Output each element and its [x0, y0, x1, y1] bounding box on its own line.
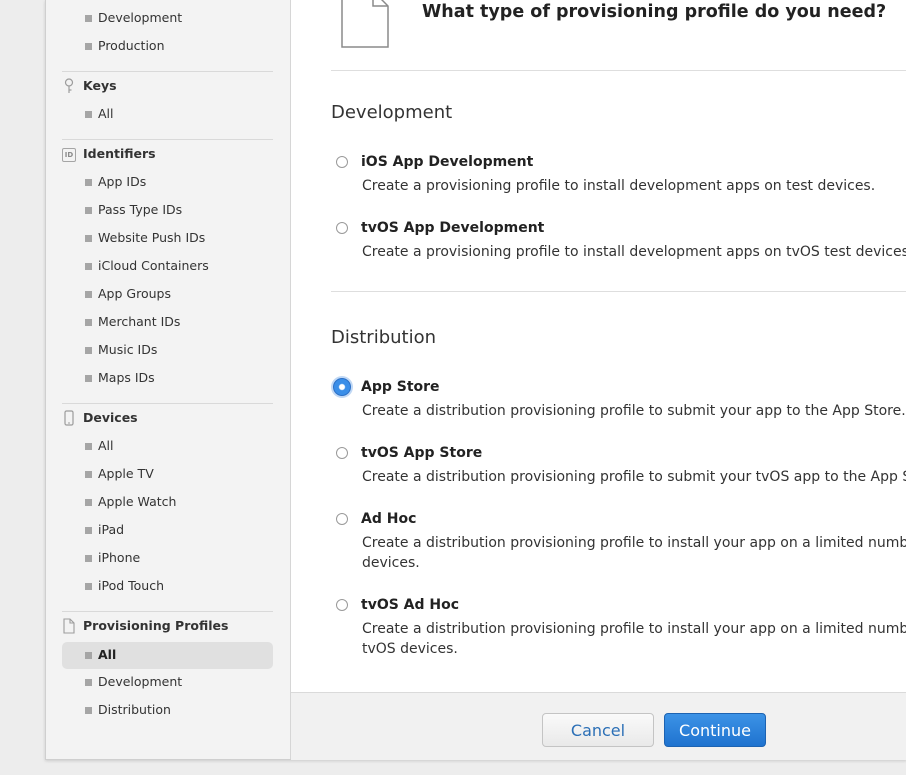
sidebar-item-keys-all[interactable]: All	[62, 102, 273, 127]
sidebar-item-music-ids[interactable]: Music IDs	[62, 338, 273, 363]
cancel-button[interactable]: Cancel	[542, 713, 654, 747]
sidebar-item-certificates-production[interactable]: Production	[62, 34, 273, 59]
id-icon: ID	[62, 148, 76, 162]
bullet-icon	[85, 583, 92, 590]
sidebar-divider	[62, 403, 273, 404]
sidebar-item-apple-watch[interactable]: Apple Watch	[62, 490, 273, 515]
bullet-icon	[85, 319, 92, 326]
sidebar-section-devices[interactable]: Devices	[62, 408, 273, 430]
sidebar: Development Production Keys All ID Ident…	[46, 0, 291, 759]
radio-tvos-ad-hoc[interactable]	[336, 599, 348, 611]
section-title-development: Development	[331, 102, 453, 123]
sidebar-item-profiles-distribution[interactable]: Distribution	[62, 698, 273, 723]
main-content: What type of provisioning profile do you…	[291, 0, 906, 760]
bullet-icon	[85, 443, 92, 450]
bullet-icon	[85, 707, 92, 714]
sidebar-divider	[62, 71, 273, 72]
sidebar-item-certificates-development[interactable]: Development	[62, 6, 273, 31]
bullet-icon	[85, 347, 92, 354]
sidebar-item-app-ids[interactable]: App IDs	[62, 170, 273, 195]
sidebar-item-merchant-ids[interactable]: Merchant IDs	[62, 310, 273, 335]
sidebar-item-profiles-development[interactable]: Development	[62, 670, 273, 695]
bullet-icon	[85, 263, 92, 270]
bullet-icon	[85, 291, 92, 298]
option-tvos-app-store[interactable]: tvOS App Store Create a distribution pro…	[331, 444, 906, 488]
bullet-icon	[85, 235, 92, 242]
bullet-icon	[85, 555, 92, 562]
sidebar-item-app-groups[interactable]: App Groups	[62, 282, 273, 307]
sidebar-section-provisioning-profiles[interactable]: Provisioning Profiles	[62, 616, 273, 638]
sidebar-divider	[62, 139, 273, 140]
radio-ad-hoc[interactable]	[336, 513, 348, 525]
device-icon	[64, 410, 74, 426]
bullet-icon	[85, 471, 92, 478]
sidebar-item-pass-type-ids[interactable]: Pass Type IDs	[62, 198, 273, 223]
sidebar-section-identifiers[interactable]: ID Identifiers	[62, 144, 273, 166]
sidebar-item-apple-tv[interactable]: Apple TV	[62, 462, 273, 487]
bullet-icon	[85, 679, 92, 686]
page-title: What type of provisioning profile do you…	[422, 2, 887, 22]
section-title-distribution: Distribution	[331, 327, 437, 348]
bullet-icon	[85, 652, 92, 659]
radio-app-store[interactable]	[333, 378, 351, 396]
bullet-icon	[85, 179, 92, 186]
option-tvos-ad-hoc[interactable]: tvOS Ad Hoc Create a distribution provis…	[331, 596, 906, 660]
document-icon	[63, 618, 75, 634]
bullet-icon	[85, 499, 92, 506]
continue-button[interactable]: Continue	[664, 713, 766, 747]
sidebar-item-iphone[interactable]: iPhone	[62, 546, 273, 571]
divider	[331, 291, 906, 292]
bullet-icon	[85, 527, 92, 534]
option-ad-hoc[interactable]: Ad Hoc Create a distribution provisionin…	[331, 510, 906, 574]
radio-tvos-app-development[interactable]	[336, 222, 348, 234]
window: Development Production Keys All ID Ident…	[45, 0, 906, 760]
radio-ios-app-development[interactable]	[336, 156, 348, 168]
sidebar-item-devices-all[interactable]: All	[62, 434, 273, 459]
sidebar-item-icloud-containers[interactable]: iCloud Containers	[62, 254, 273, 279]
sidebar-item-ipad[interactable]: iPad	[62, 518, 273, 543]
bullet-icon	[85, 43, 92, 50]
bullet-icon	[85, 15, 92, 22]
sidebar-item-website-push-ids[interactable]: Website Push IDs	[62, 226, 273, 251]
sidebar-item-profiles-all[interactable]: All	[62, 642, 273, 669]
key-icon	[64, 78, 74, 93]
radio-tvos-app-store[interactable]	[336, 447, 348, 459]
sidebar-item-ipod-touch[interactable]: iPod Touch	[62, 574, 273, 599]
bullet-icon	[85, 375, 92, 382]
sidebar-section-keys[interactable]: Keys	[62, 76, 273, 98]
document-icon	[341, 0, 389, 48]
bullet-icon	[85, 207, 92, 214]
footer-bar: Cancel Continue	[291, 692, 906, 760]
sidebar-item-maps-ids[interactable]: Maps IDs	[62, 366, 273, 391]
sidebar-divider	[62, 611, 273, 612]
bullet-icon	[85, 111, 92, 118]
divider	[331, 70, 906, 71]
